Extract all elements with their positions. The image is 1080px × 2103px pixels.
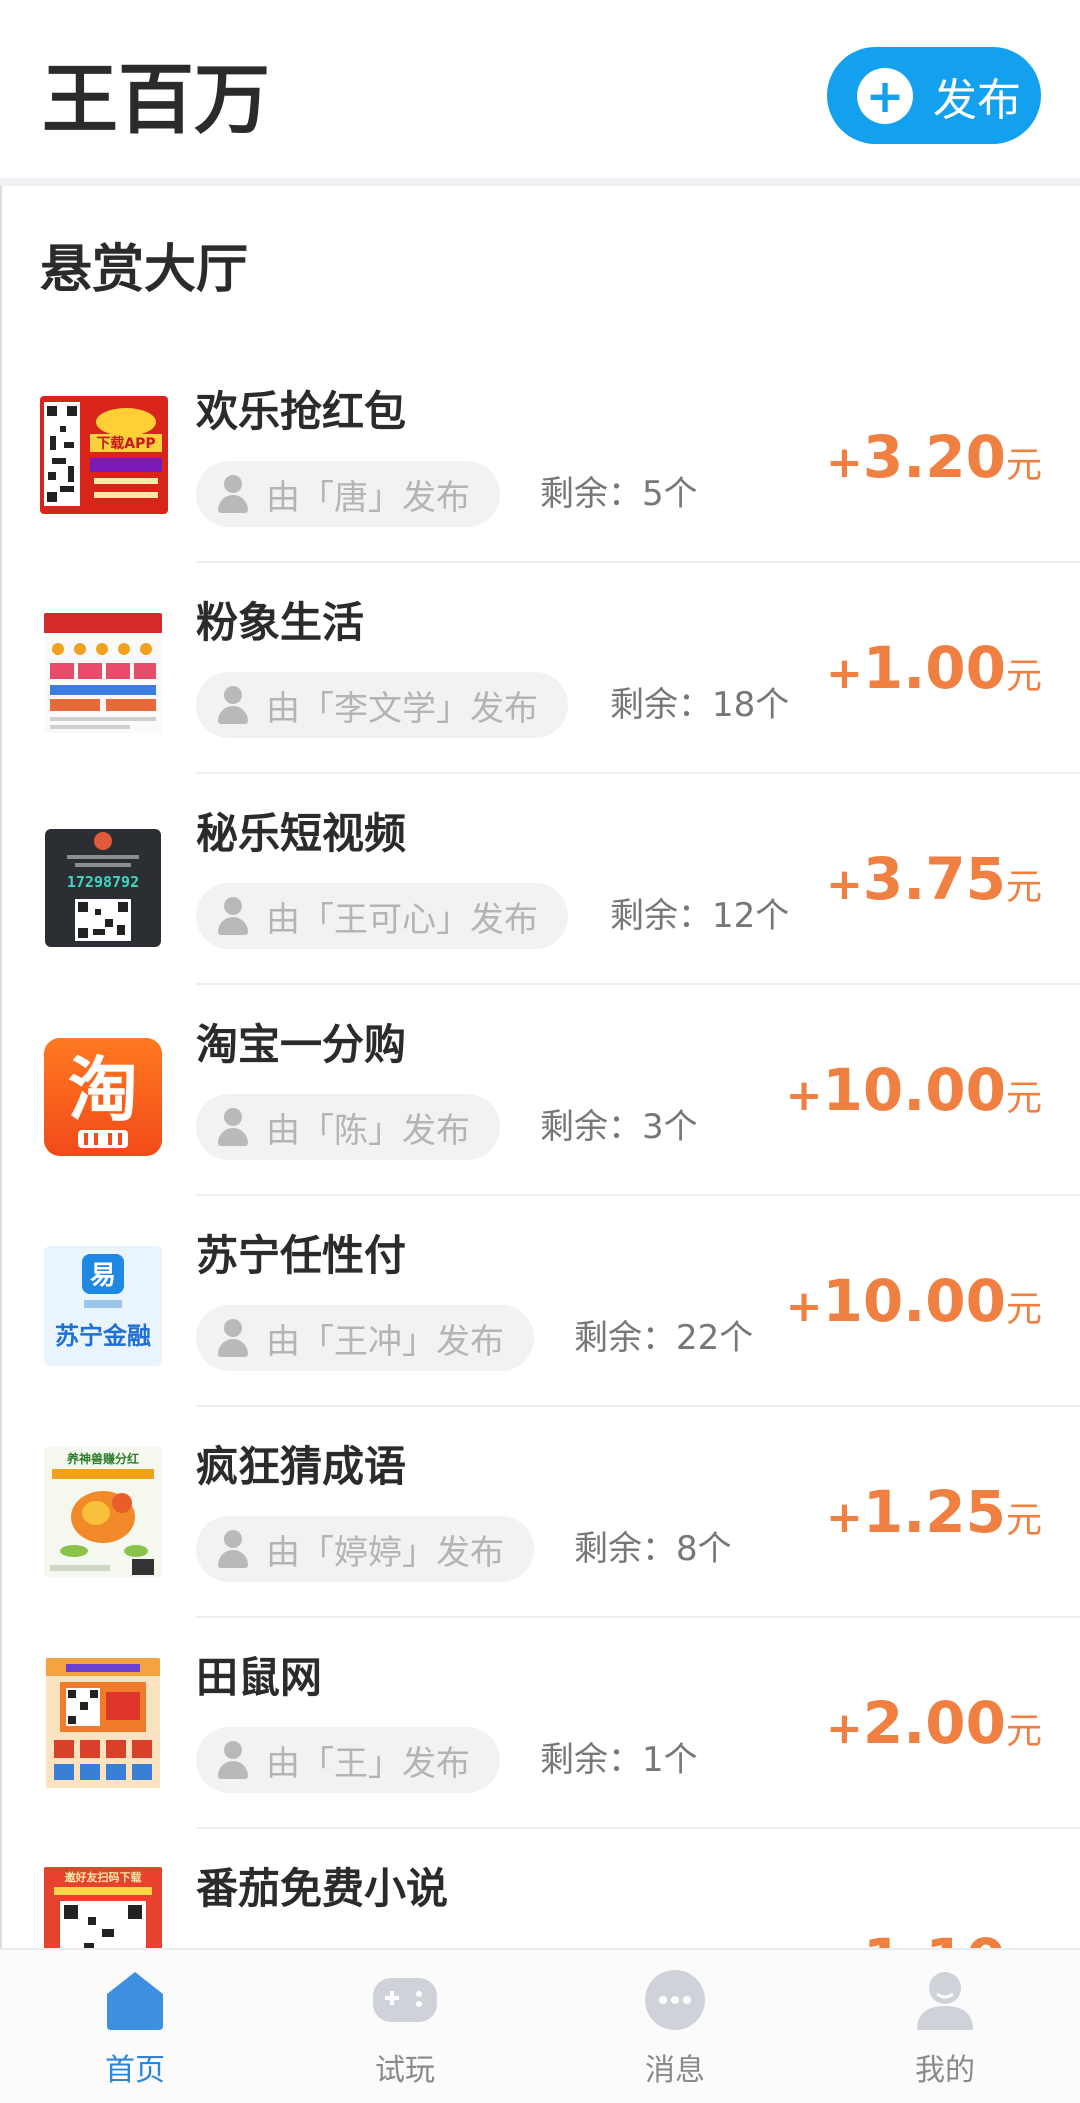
task-row[interactable]: 17298792 秘乐短视频 由「王可心」发布 剩余：12个 +3.75元 <box>0 774 1080 985</box>
publisher-text: 由「婷婷」发布 <box>266 1532 504 1573</box>
tab-play[interactable]: 试玩 <box>270 1950 540 2103</box>
tab-home[interactable]: 首页 <box>0 1950 270 2103</box>
person-icon <box>216 1741 250 1779</box>
remaining-count: 剩余：8个 <box>574 1529 732 1569</box>
person-icon <box>216 686 250 724</box>
top-header: 王百万 + 发布 <box>0 0 1080 178</box>
remaining-count: 剩余：1个 <box>540 1740 698 1780</box>
publisher-text: 由「唐」发布 <box>266 477 470 518</box>
remaining-count: 剩余：18个 <box>610 685 790 725</box>
bottom-tab-bar: 首页 试玩 消息 我的 <box>0 1948 1080 2103</box>
task-row[interactable]: 粉象生活 由「李文学」发布 剩余：18个 +1.00元 <box>0 563 1080 774</box>
task-thumbnail: 17298792 <box>45 829 161 947</box>
plus-icon: + <box>857 67 913 124</box>
app-title: 王百万 <box>42 55 270 144</box>
task-title: 番茄免费小说 <box>196 1864 449 1913</box>
remaining-count: 剩余：3个 <box>540 1107 698 1147</box>
reward-amount: +3.20元 <box>826 423 1042 491</box>
task-title: 淘宝一分购 <box>196 1020 407 1069</box>
task-title: 田鼠网 <box>196 1653 323 1702</box>
person-icon <box>216 1530 250 1568</box>
remaining-count: 剩余：5个 <box>540 474 698 514</box>
publisher-text: 由「李文学」发布 <box>266 688 538 729</box>
task-title: 秘乐短视频 <box>196 809 407 858</box>
publisher-text: 由「王」发布 <box>266 1743 470 1784</box>
reward-amount: +10.00元 <box>785 1267 1042 1335</box>
task-thumbnail: 淘 <box>44 1038 162 1156</box>
miyue-code-text: 17298792 <box>67 873 139 891</box>
reward-amount: +3.75元 <box>826 845 1042 913</box>
remaining-count: 剩余：22个 <box>574 1318 754 1358</box>
publisher-text: 由「陈」发布 <box>266 1110 470 1151</box>
publisher-text: 由「王冲」发布 <box>266 1321 504 1362</box>
task-thumbnail <box>44 613 162 733</box>
tab-label: 我的 <box>915 2053 975 2088</box>
tab-mine[interactable]: 我的 <box>810 1950 1080 2103</box>
tab-label: 首页 <box>105 2053 165 2088</box>
suning-logo-text: 易 <box>90 1261 116 1291</box>
task-title: 疯狂猜成语 <box>196 1442 407 1491</box>
task-row[interactable]: 田鼠网 由「王」发布 剩余：1个 +2.00元 <box>0 1618 1080 1829</box>
publish-label: 发布 <box>933 74 1021 126</box>
publisher-chip: 由「婷婷」发布 <box>196 1516 534 1582</box>
person-icon <box>216 897 250 935</box>
taobao-logo-text: 淘 <box>68 1049 138 1131</box>
tab-label: 试玩 <box>375 2053 435 2088</box>
task-thumbnail: 下载APP <box>40 396 168 514</box>
tab-messages[interactable]: 消息 <box>540 1950 810 2103</box>
task-list: 下载APP 欢乐抢红包 由「唐」发布 剩余：5个 +3.20元 粉象生活 由「李… <box>0 352 1080 2040</box>
reward-amount: +1.00元 <box>826 634 1042 702</box>
chengyu-banner-text: 养神兽赚分红 <box>66 1451 139 1466</box>
task-row[interactable]: 下载APP 欢乐抢红包 由「唐」发布 剩余：5个 +3.20元 <box>0 352 1080 563</box>
task-thumbnail <box>46 1658 160 1788</box>
suning-name-text: 苏宁金融 <box>55 1322 151 1350</box>
task-thumbnail: 养神兽赚分红 <box>44 1447 162 1577</box>
task-title: 苏宁任性付 <box>196 1231 407 1280</box>
publisher-text: 由「王可心」发布 <box>266 899 538 940</box>
task-row[interactable]: 养神兽赚分红 疯狂猜成语 由「婷婷」发布 剩余：8个 +1.25元 <box>0 1407 1080 1618</box>
gamepad-icon <box>373 1968 437 2032</box>
tab-label: 消息 <box>645 2053 705 2088</box>
header-divider <box>0 178 1080 186</box>
person-icon <box>216 1319 250 1357</box>
publisher-chip: 由「唐」发布 <box>196 461 500 527</box>
hongbao-banner-text: 下载APP <box>96 435 155 452</box>
task-title: 粉象生活 <box>196 598 365 647</box>
person-icon <box>216 475 250 513</box>
person-icon <box>216 1108 250 1146</box>
task-row[interactable]: 淘 淘宝一分购 由「陈」发布 剩余：3个 +10.00元 <box>0 985 1080 1196</box>
task-row[interactable]: 易 苏宁金融 苏宁任性付 由「王冲」发布 剩余：22个 +10.00元 <box>0 1196 1080 1407</box>
fanqie-banner-text: 邀好友扫码下载 <box>65 1870 142 1884</box>
task-title: 欢乐抢红包 <box>196 387 407 436</box>
user-icon <box>913 1968 977 2032</box>
publish-button[interactable]: + 发布 <box>827 47 1041 144</box>
publisher-chip: 由「王可心」发布 <box>196 883 568 949</box>
publisher-chip: 由「陈」发布 <box>196 1094 500 1160</box>
reward-amount: +1.25元 <box>826 1478 1042 1546</box>
reward-amount: +10.00元 <box>785 1056 1042 1124</box>
publisher-chip: 由「李文学」发布 <box>196 672 568 738</box>
publisher-chip: 由「王冲」发布 <box>196 1305 534 1371</box>
section-title: 悬赏大厅 <box>40 240 249 300</box>
publisher-chip: 由「王」发布 <box>196 1727 500 1793</box>
reward-amount: +2.00元 <box>826 1689 1042 1757</box>
home-icon <box>103 1968 167 2032</box>
remaining-count: 剩余：12个 <box>610 896 790 936</box>
message-icon <box>643 1968 707 2032</box>
task-thumbnail: 易 苏宁金融 <box>44 1246 162 1366</box>
